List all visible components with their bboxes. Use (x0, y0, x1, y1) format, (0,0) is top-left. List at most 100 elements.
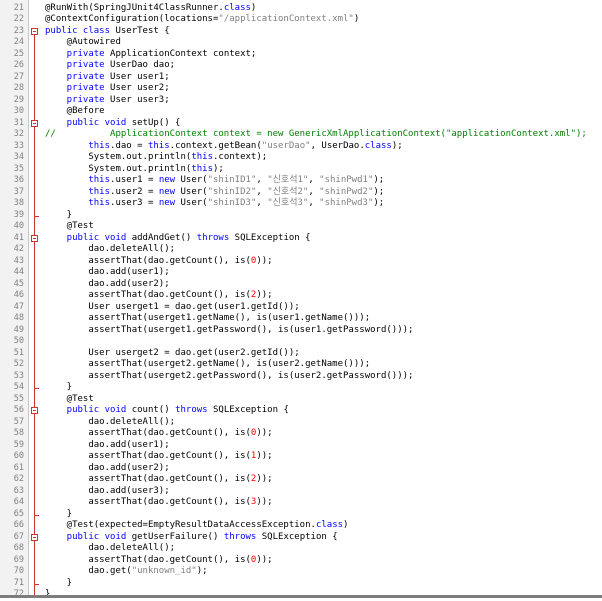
code-line[interactable]: assertThat(dao.getCount(), is(0)); (42, 256, 602, 268)
code-line-text: @Test (45, 394, 94, 406)
line-number-row: 72 (0, 589, 28, 601)
code-line[interactable]: } (42, 210, 602, 222)
code-line-text: public void count() throws SQLException … (45, 405, 289, 417)
code-line-text: assertThat(dao.getCount(), is(2)); (45, 290, 272, 302)
code-token: )); (256, 497, 273, 507)
line-number-row: 51 (0, 348, 28, 360)
code-line[interactable]: User userget2 = dao.get(user2.getId()); (42, 348, 602, 360)
fold-toggle-icon[interactable] (31, 119, 38, 127)
code-line[interactable]: } (42, 509, 602, 521)
code-line[interactable]: System.out.println(this.context); (42, 152, 602, 164)
code-line[interactable]: assertThat(userget1.getPassword(), is(us… (42, 325, 602, 337)
code-token: } (45, 382, 73, 392)
code-editor[interactable]: @RunWith(SpringJUnit4ClassRunner.class) @… (0, 0, 602, 601)
line-number-row: 64 (0, 497, 28, 509)
code-line[interactable]: private User user2; (42, 83, 602, 95)
code-line[interactable]: assertThat(dao.getCount(), is(1)); (42, 451, 602, 463)
code-area[interactable]: @RunWith(SpringJUnit4ClassRunner.class) @… (42, 0, 602, 600)
code-line[interactable]: assertThat(userget1.getName(), is(user1.… (42, 313, 602, 325)
code-line[interactable]: this.user3 = new User("shinID3", "신호석3",… (42, 198, 602, 210)
code-line[interactable]: dao.add(user2); (42, 463, 602, 475)
code-line[interactable]: this.dao = this.context.getBean("userDao… (42, 141, 602, 153)
code-line[interactable]: dao.add(user1); (42, 267, 602, 279)
line-number: 38 (13, 198, 24, 208)
code-token: private (45, 83, 111, 93)
code-line[interactable]: dao.deleteAll(); (42, 543, 602, 555)
code-line[interactable]: this.user2 = new User("shinID2", "신호석2",… (42, 187, 602, 199)
code-folding-column[interactable] (29, 0, 41, 598)
fold-toggle-icon[interactable] (31, 27, 38, 35)
fold-guide-line (34, 540, 35, 584)
code-line[interactable]: dao.add(user3); (42, 486, 602, 498)
code-line[interactable]: this.user1 = new User("shinID1", "신호석1",… (42, 175, 602, 187)
code-line[interactable]: public void setUp() { (42, 118, 602, 130)
line-number: 33 (13, 140, 24, 151)
fold-toggle-icon[interactable] (31, 407, 38, 414)
line-number-row: 29 (0, 95, 28, 107)
code-token: "unknown_id" (131, 566, 197, 576)
code-line[interactable]: private User user3; (42, 95, 602, 107)
line-number-row: 28 (0, 83, 28, 95)
code-line-text: dao.add(user1); (45, 267, 169, 279)
line-number-row: 39 (0, 210, 28, 222)
code-line[interactable]: User userget1 = dao.get(user1.getId()); (42, 302, 602, 314)
code-token: )); (256, 428, 273, 438)
code-line[interactable]: @ContextConfiguration(locations="/applic… (42, 14, 602, 26)
code-token: this (191, 163, 213, 174)
code-line[interactable]: private ApplicationContext context; (42, 49, 602, 61)
code-token: User( (180, 175, 208, 185)
code-token: getUserFailure() (131, 531, 224, 542)
code-line[interactable]: @Autowired (42, 37, 602, 49)
code-token: .user3 = (110, 198, 159, 208)
line-number: 64 (13, 497, 24, 507)
code-line[interactable]: public void getUserFailure() throws SQLE… (42, 532, 602, 544)
code-line[interactable]: dao.add(user2); (42, 279, 602, 291)
code-token: ) (343, 520, 349, 530)
code-token: SQLException { (234, 232, 311, 243)
code-line[interactable]: System.out.println(this); (42, 164, 602, 176)
code-line[interactable]: public void addAndGet() throws SQLExcept… (42, 233, 602, 245)
fold-toggle-icon[interactable] (31, 533, 38, 541)
line-number-row: 43 (0, 256, 28, 268)
code-line[interactable]: } (42, 382, 602, 394)
line-number-row: 38 (0, 198, 28, 210)
code-line-text: private User user3; (45, 95, 170, 107)
code-token: } (45, 209, 73, 220)
line-number: 55 (13, 393, 24, 404)
line-number: 46 (13, 290, 24, 300)
code-line[interactable]: @Test (42, 221, 602, 233)
code-line-text: } (45, 382, 72, 394)
code-line[interactable]: assertThat(dao.getCount(), is(0)); (42, 428, 602, 440)
code-line[interactable]: private UserDao dao; (42, 60, 602, 72)
code-line[interactable]: } (42, 578, 602, 590)
code-line[interactable]: @RunWith(SpringJUnit4ClassRunner.class) (42, 3, 602, 15)
code-line[interactable]: assertThat(dao.getCount(), is(2)); (42, 290, 602, 302)
code-line[interactable]: dao.deleteAll(); (42, 244, 602, 256)
fold-toggle-icon[interactable] (31, 234, 38, 242)
code-line[interactable]: dao.get("unknown_id"); (42, 566, 602, 578)
code-line-text: assertThat(userget2.getPassword(), is(us… (45, 371, 413, 383)
code-line[interactable]: // ApplicationContext context = new Gene… (42, 129, 602, 141)
code-line[interactable]: public void count() throws SQLException … (42, 405, 602, 417)
code-token: UserDao dao; (110, 60, 176, 70)
code-token: "신호석2" (267, 186, 309, 197)
code-line[interactable]: dao.add(user1); (42, 440, 602, 452)
code-line[interactable]: assertThat(dao.getCount(), is(3)); (42, 497, 602, 509)
code-line[interactable]: dao.deleteAll(); (42, 417, 602, 429)
code-line[interactable]: assertThat(dao.getCount(), is(2)); (42, 474, 602, 486)
code-token: new (158, 198, 181, 208)
code-line-text: @Before (45, 106, 105, 118)
code-line-text: assertThat(dao.getCount(), is(0)); (45, 256, 272, 268)
code-line[interactable]: assertThat(dao.getCount(), is(0)); (42, 555, 602, 567)
code-line[interactable]: @Test (42, 394, 602, 406)
code-line[interactable]: assertThat(userget2.getName(), is(user2.… (42, 359, 602, 371)
code-line[interactable]: private User user1; (42, 72, 602, 84)
code-token: assertThat(dao.getCount(), is( (45, 474, 251, 484)
code-line[interactable]: public class UserTest { (42, 26, 602, 38)
code-line[interactable]: assertThat(userget2.getPassword(), is(us… (42, 371, 602, 383)
code-line[interactable]: @Before (42, 106, 602, 118)
line-number-row: 27 (0, 72, 28, 84)
code-line[interactable] (42, 336, 602, 348)
line-number: 62 (13, 474, 24, 484)
code-line[interactable]: @Test(expected=EmptyResultDataAccessExce… (42, 520, 602, 532)
